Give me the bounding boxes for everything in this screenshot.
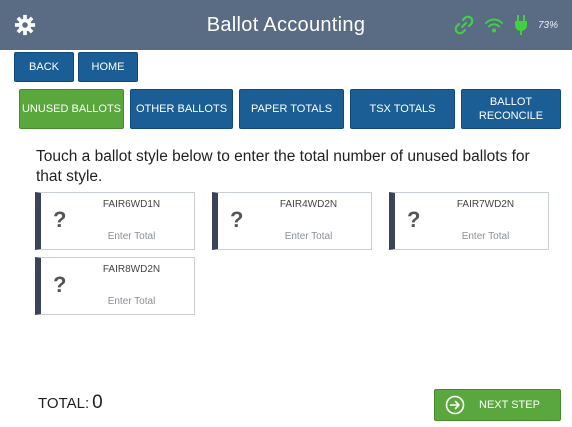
ballot-style-name: FAIR8WD2N [102, 264, 161, 275]
ballot-style-card[interactable]: ? FAIR7WD2N Enter Total [389, 192, 549, 250]
home-button[interactable]: HOME [78, 52, 138, 82]
total-display: TOTAL: 0 [38, 392, 103, 414]
next-step-button[interactable]: NEXT STEP [434, 389, 561, 421]
ballot-style-card[interactable]: ? FAIR8WD2N Enter Total [35, 257, 195, 315]
enter-total-placeholder: Enter Total [107, 231, 156, 242]
total-value: 0 [92, 392, 103, 413]
page-title: Ballot Accounting [206, 13, 366, 36]
tab-other-ballots[interactable]: OTHER BALLOTS [130, 89, 233, 129]
power-plug-icon [514, 15, 527, 35]
enter-total-placeholder: Enter Total [107, 296, 156, 307]
ballot-style-card[interactable]: ? FAIR6WD1N Enter Total [35, 192, 195, 250]
tab-ballot-reconcile[interactable]: BALLOT RECONCILE [461, 89, 561, 129]
total-label: TOTAL: [38, 395, 90, 412]
header-bar: Ballot Accounting 73% [0, 0, 572, 50]
tab-unused-ballots[interactable]: UNUSED BALLOTS [19, 89, 124, 129]
link-icon [454, 15, 474, 35]
enter-total-placeholder: Enter Total [461, 231, 510, 242]
battery-level: 73% [537, 19, 558, 31]
unknown-status-icon: ? [53, 272, 67, 297]
tab-bar: UNUSED BALLOTS OTHER BALLOTS PAPER TOTAL… [19, 89, 561, 129]
nav-row: BACK HOME [14, 52, 138, 82]
ballot-style-name: FAIR7WD2N [456, 199, 515, 210]
arrow-circle-right-icon [445, 395, 465, 415]
instructions-text: Touch a ballot style below to enter the … [36, 148, 530, 185]
unknown-status-icon: ? [407, 207, 421, 232]
tab-tsx-totals[interactable]: TSX TOTALS [350, 89, 455, 129]
ballot-style-name: FAIR6WD1N [102, 199, 161, 210]
ballot-style-card[interactable]: ? FAIR4WD2N Enter Total [212, 192, 372, 250]
unknown-status-icon: ? [230, 207, 244, 232]
back-button[interactable]: BACK [14, 52, 74, 82]
unknown-status-icon: ? [53, 207, 67, 232]
gear-icon[interactable] [14, 14, 36, 36]
ballot-style-name: FAIR4WD2N [279, 199, 338, 210]
enter-total-placeholder: Enter Total [284, 231, 333, 242]
next-step-label: NEXT STEP [479, 399, 540, 411]
tab-paper-totals[interactable]: PAPER TOTALS [239, 89, 344, 129]
status-area: 73% [454, 14, 558, 36]
wifi-icon [484, 18, 503, 33]
